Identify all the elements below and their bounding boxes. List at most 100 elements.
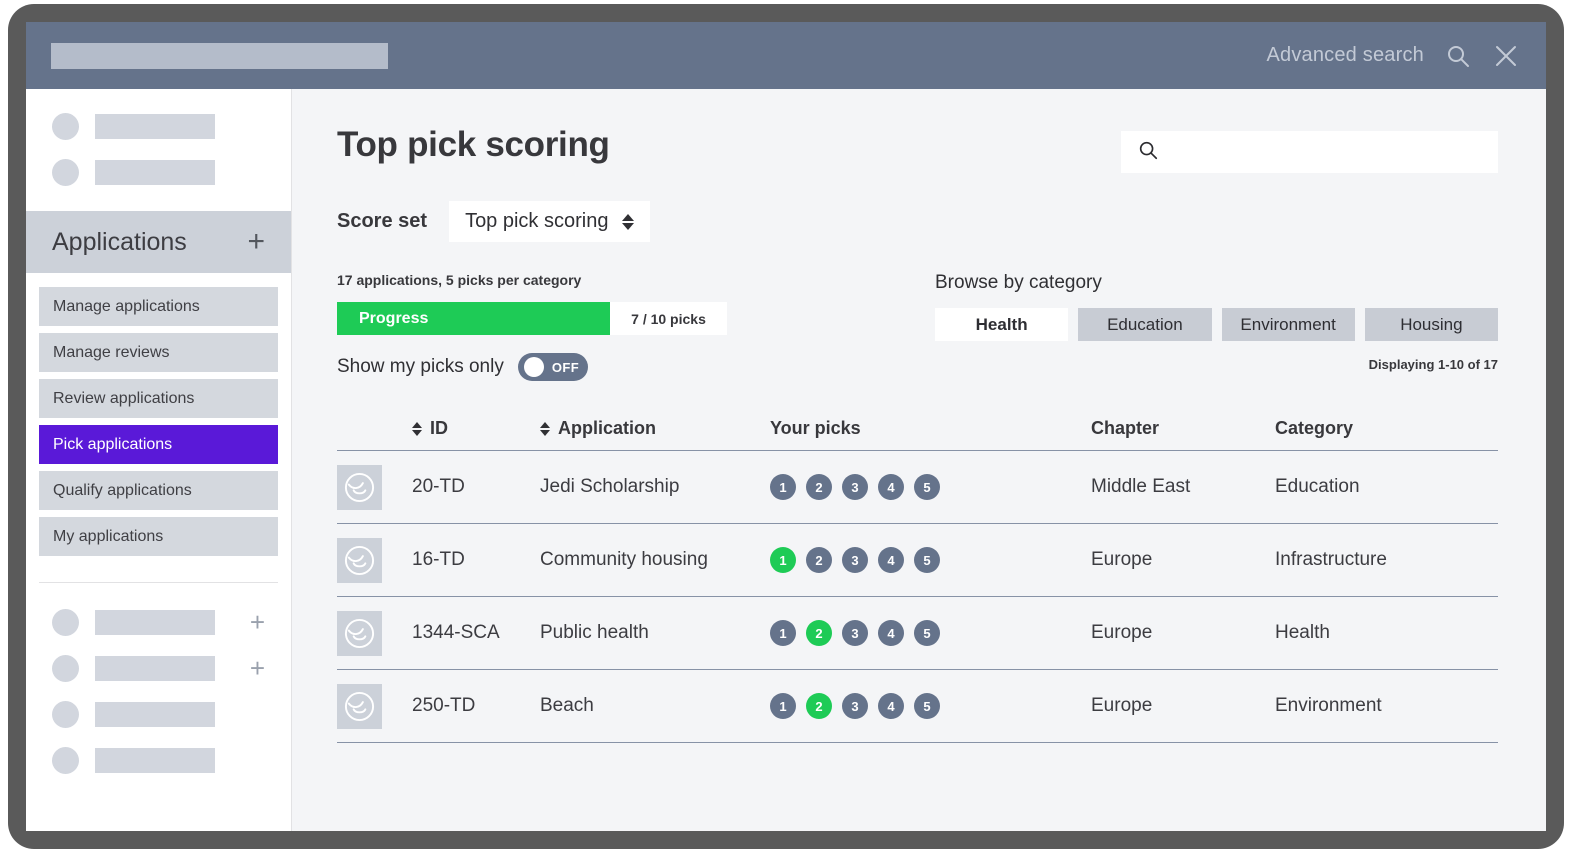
row-application-value: Jedi Scholarship (540, 476, 680, 497)
row-chapter-value: Europe (1091, 695, 1153, 716)
column-header-chapter: Chapter (1091, 418, 1275, 439)
pick-option-4[interactable]: 4 (878, 547, 904, 573)
pick-option-4[interactable]: 4 (878, 474, 904, 500)
show-my-picks-label: Show my picks only (337, 356, 504, 377)
progress-bar-fill: Progress (337, 302, 610, 335)
sidebar-item-label: Pick applications (53, 435, 173, 453)
row-application-value: Beach (540, 695, 594, 716)
sidebar-placeholder-item[interactable]: + (26, 691, 291, 737)
pick-option-5[interactable]: 5 (914, 693, 940, 719)
category-tabs: Health Education Environment Housing (935, 308, 1498, 341)
sidebar-item-label: Qualify applications (53, 481, 192, 499)
advanced-search-label[interactable]: Advanced search (1266, 44, 1424, 67)
category-tab-label: Education (1107, 314, 1183, 334)
row-id-value: 20-TD (412, 476, 465, 497)
sidebar-placeholder-item[interactable] (26, 103, 291, 149)
topbar-search-field[interactable] (51, 42, 388, 69)
sidebar-placeholder-item[interactable] (26, 149, 291, 195)
pick-option-2[interactable]: 2 (806, 474, 832, 500)
table-row[interactable]: 16-TD Community housing 12345 Europe Inf… (337, 524, 1498, 597)
avatar-smiley-icon (337, 537, 382, 583)
pick-option-3[interactable]: 3 (842, 620, 868, 646)
sidebar-item-my-applications[interactable]: My applications (39, 517, 278, 556)
sidebar-item-review-applications[interactable]: Review applications (39, 379, 278, 418)
pick-option-2[interactable]: 2 (806, 547, 832, 573)
pick-option-3[interactable]: 3 (842, 693, 868, 719)
row-application-cell: Public health (540, 622, 770, 644)
pick-option-5[interactable]: 5 (914, 474, 940, 500)
add-item-icon[interactable]: + (250, 655, 265, 681)
sort-icon[interactable] (540, 421, 550, 436)
column-header-label: Application (558, 418, 656, 438)
sort-icon[interactable] (412, 421, 422, 436)
pick-option-4[interactable]: 4 (878, 620, 904, 646)
pick-option-4[interactable]: 4 (878, 693, 904, 719)
row-picks-cell: 12345 (770, 620, 1091, 646)
sidebar-item-pick-applications[interactable]: Pick applications (39, 425, 278, 464)
row-avatar-cell (337, 610, 412, 656)
sidebar-placeholder-item[interactable]: + (26, 645, 291, 691)
topbar-actions: Advanced search (1266, 42, 1546, 70)
close-icon[interactable] (1492, 42, 1520, 70)
pick-option-1[interactable]: 1 (770, 474, 796, 500)
placeholder-avatar-icon (52, 158, 79, 186)
category-tab-housing[interactable]: Housing (1364, 308, 1498, 341)
row-chapter-cell: Middle East (1091, 476, 1275, 498)
show-my-picks-row: Show my picks only OFF (337, 353, 867, 381)
placeholder-label (95, 609, 215, 635)
row-avatar-cell (337, 683, 412, 729)
pick-option-5[interactable]: 5 (914, 620, 940, 646)
pick-option-1[interactable]: 1 (770, 547, 796, 573)
search-icon[interactable] (1444, 42, 1472, 70)
chevron-updown-icon (622, 213, 635, 230)
search-icon (1137, 139, 1159, 166)
table-row[interactable]: 250-TD Beach 12345 Europe Environment (337, 670, 1498, 743)
add-application-icon[interactable]: + (247, 227, 265, 257)
row-category-cell: Health (1275, 622, 1498, 644)
placeholder-label (95, 747, 215, 773)
column-header-label: Chapter (1091, 418, 1160, 438)
sidebar-placeholder-item[interactable]: + (26, 599, 291, 645)
sidebar-item-label: Review applications (53, 389, 195, 407)
row-application-value: Community housing (540, 549, 708, 570)
pick-option-3[interactable]: 3 (842, 547, 868, 573)
pick-option-1[interactable]: 1 (770, 620, 796, 646)
pick-option-3[interactable]: 3 (842, 474, 868, 500)
category-tab-education[interactable]: Education (1078, 308, 1212, 341)
add-item-icon[interactable]: + (250, 609, 265, 635)
show-my-picks-toggle[interactable]: OFF (517, 353, 588, 381)
table-row[interactable]: 1344-SCA Public health 12345 Europe Heal… (337, 597, 1498, 670)
sidebar-item-manage-reviews[interactable]: Manage reviews (39, 333, 278, 372)
search-input[interactable] (1169, 143, 1469, 161)
table-row[interactable]: 20-TD Jedi Scholarship 12345 Middle East… (337, 451, 1498, 524)
score-set-select[interactable]: Top pick scoring (449, 201, 651, 242)
column-header-id[interactable]: ID (412, 418, 540, 439)
toggle-knob (523, 357, 544, 377)
category-tab-environment[interactable]: Environment (1221, 308, 1355, 341)
content-search-box[interactable] (1121, 131, 1498, 173)
row-chapter-value: Middle East (1091, 476, 1191, 497)
sidebar-top-placeholders (26, 89, 291, 195)
row-chapter-value: Europe (1091, 549, 1153, 570)
placeholder-avatar-icon (52, 654, 79, 682)
sidebar-item-qualify-applications[interactable]: Qualify applications (39, 471, 278, 510)
pick-option-5[interactable]: 5 (914, 547, 940, 573)
sidebar-item-manage-applications[interactable]: Manage applications (39, 287, 278, 326)
placeholder-label (95, 655, 215, 681)
row-id-value: 250-TD (412, 695, 476, 716)
pick-option-2[interactable]: 2 (806, 620, 832, 646)
category-tab-label: Environment (1240, 314, 1336, 334)
column-header-your-picks: Your picks (770, 418, 1091, 439)
row-id-cell: 1344-SCA (412, 622, 540, 644)
category-tab-health[interactable]: Health (935, 308, 1069, 341)
column-header-label: ID (430, 418, 448, 438)
column-header-application[interactable]: Application (540, 418, 770, 439)
sidebar-section-applications: Applications + (26, 211, 291, 273)
sidebar-placeholder-item[interactable]: + (26, 737, 291, 783)
score-set-selected-value: Top pick scoring (465, 210, 609, 232)
row-category-cell: Education (1275, 476, 1498, 498)
avatar-smiley-icon (337, 464, 382, 510)
sidebar: Applications + Manage applications Manag… (26, 89, 292, 831)
pick-option-1[interactable]: 1 (770, 693, 796, 719)
pick-option-2[interactable]: 2 (806, 693, 832, 719)
